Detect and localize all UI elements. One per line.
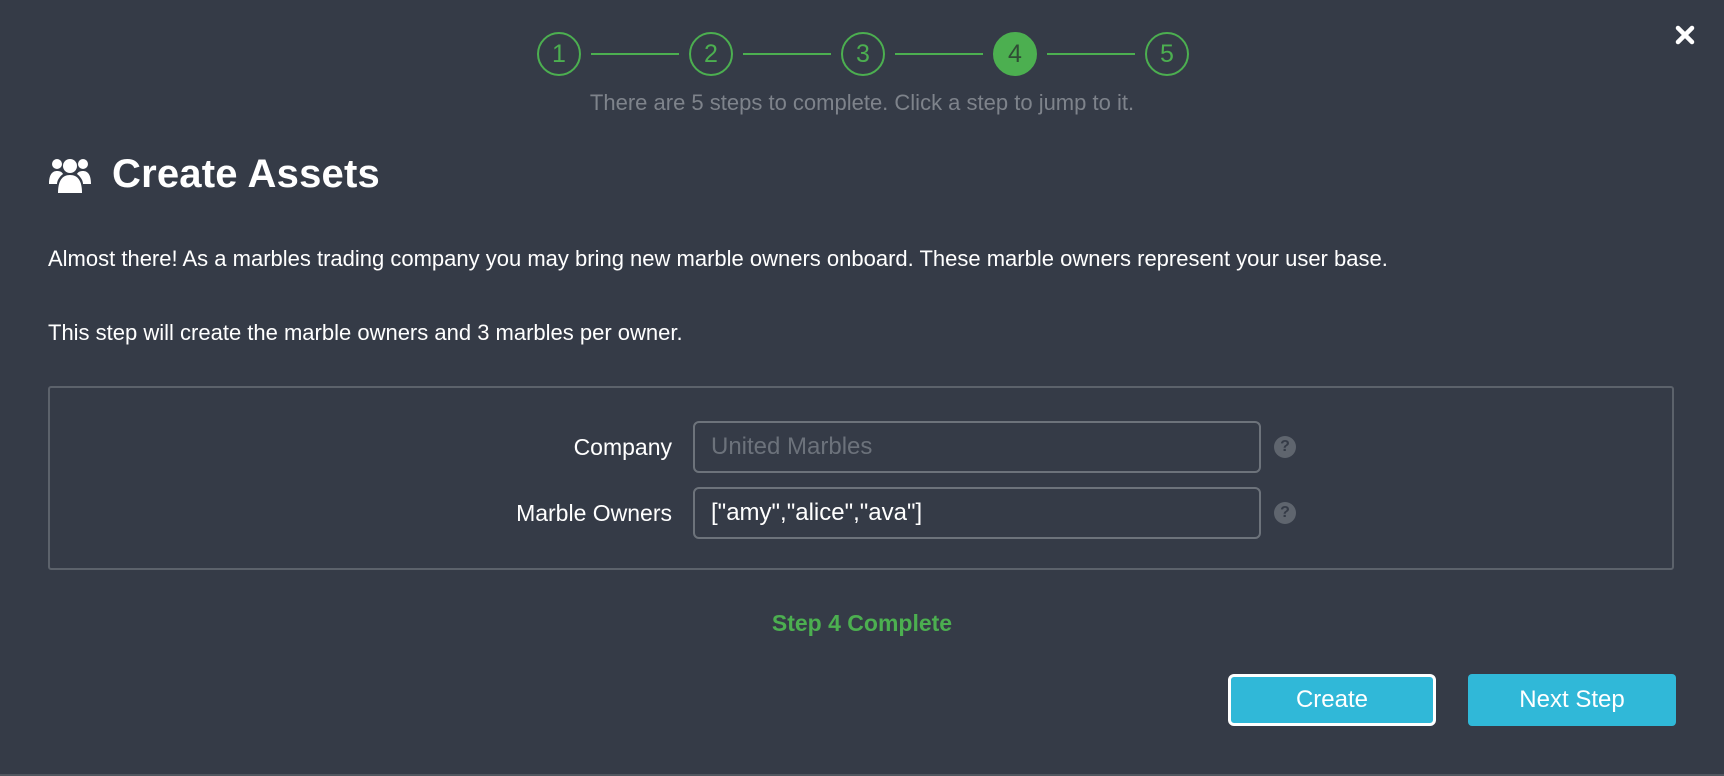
step-description: This step will create the marble owners … <box>48 320 683 345</box>
marble-owners-row: Marble Owners ? <box>50 487 1672 539</box>
stepper: 1 2 3 4 5 <box>537 31 1189 77</box>
marble-owners-label: Marble Owners <box>516 500 672 526</box>
company-row: Company ? <box>50 421 1672 473</box>
step-status: Step 4 Complete <box>771 610 953 636</box>
step-connector <box>743 53 831 55</box>
users-icon <box>49 158 91 193</box>
step-5[interactable]: 5 <box>1145 32 1189 76</box>
question-circle-icon[interactable]: ? <box>1274 502 1296 524</box>
step-3[interactable]: 3 <box>841 32 885 76</box>
asset-form: Company ? Marble Owners ? <box>48 386 1674 570</box>
page-header: Create Assets <box>48 152 380 197</box>
intro-paragraph: Almost there! As a marbles trading compa… <box>48 246 1388 271</box>
step-2[interactable]: 2 <box>689 32 733 76</box>
company-label: Company <box>573 434 672 460</box>
wizard-modal: 1 2 3 4 5 There are 5 steps to complete.… <box>0 0 1724 776</box>
step-4[interactable]: 4 <box>993 32 1037 76</box>
question-circle-icon[interactable]: ? <box>1274 436 1296 458</box>
company-input[interactable] <box>693 421 1261 473</box>
stepper-hint: There are 5 steps to complete. Click a s… <box>589 90 1135 115</box>
step-connector <box>1047 53 1135 55</box>
step-connector <box>591 53 679 55</box>
next-step-button[interactable]: Next Step <box>1468 674 1676 726</box>
marble-owners-input[interactable] <box>693 487 1261 539</box>
close-button[interactable] <box>1670 20 1700 50</box>
create-button[interactable]: Create <box>1228 674 1436 726</box>
step-1[interactable]: 1 <box>537 32 581 76</box>
close-icon <box>1675 25 1695 45</box>
page-title: Create Assets <box>112 152 380 196</box>
step-connector <box>895 53 983 55</box>
